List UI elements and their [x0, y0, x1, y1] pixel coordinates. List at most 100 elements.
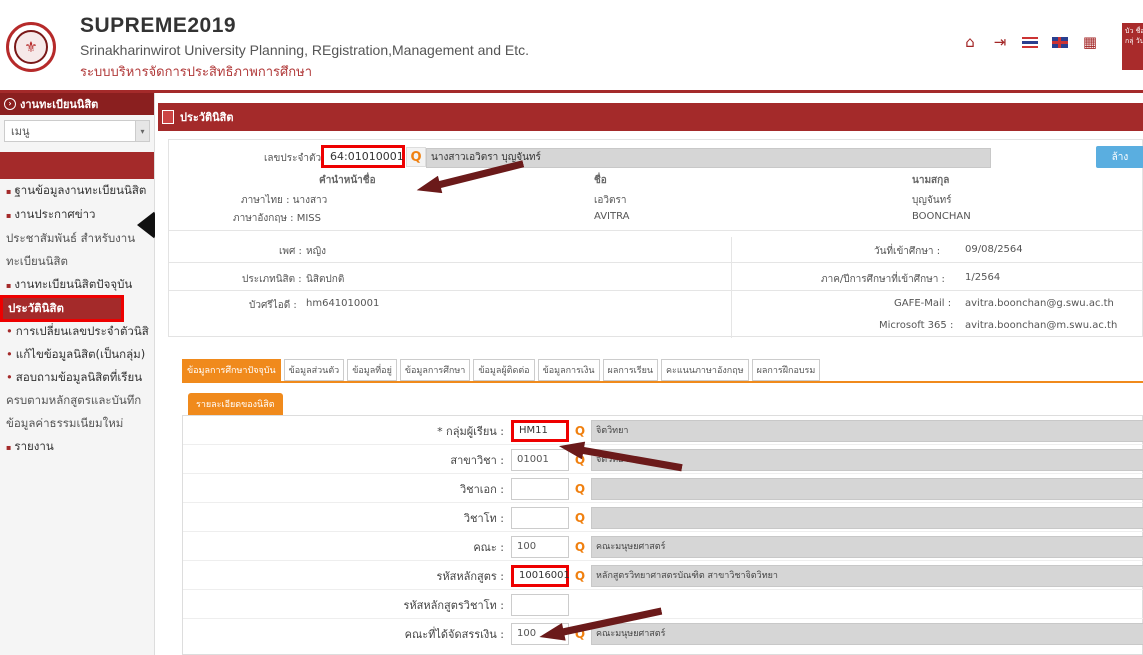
sidebar-item-bulk-edit[interactable]: แก้ไขข้อมูลนิสิต(เป็นกลุ่ม) — [0, 343, 154, 366]
search-icon[interactable]: Q — [571, 509, 589, 527]
app-header: ⚜ SUPREME2019 Srinakharinwirot Universit… — [0, 0, 1143, 92]
sidebar-item-change-id[interactable]: การเปลี่ยนเลขประจำตัวนิสิ — [0, 320, 154, 343]
tab-underline — [182, 381, 1143, 383]
card-divider — [169, 230, 1143, 231]
top-toolbar: ⌂ ⇥ ▦ — [962, 34, 1098, 50]
document-icon — [162, 110, 174, 124]
user-info-box[interactable]: บัว ชื่อ กลุ่ วัน — [1122, 23, 1143, 70]
minor-curriculum-label: รหัสหลักสูตรวิชาโท : — [403, 598, 504, 612]
uk-flag-icon[interactable] — [1052, 36, 1068, 48]
chevron-circle-icon: › — [4, 98, 16, 110]
search-icon[interactable]: Q — [571, 538, 589, 556]
student-type-value: นิสิตปกติ — [306, 274, 345, 285]
sidebar-item-registry-db[interactable]: ฐานข้อมูลงานทะเบียนนิสิต — [0, 179, 154, 203]
minor-subject-desc — [591, 507, 1143, 529]
sex-value: หญิง — [306, 246, 326, 257]
entry-date-value: 09/08/2564 — [965, 244, 1023, 255]
form-row-minor-curriculum: รหัสหลักสูตรวิชาโท : — [183, 590, 1143, 619]
card-divider-2 — [169, 262, 1143, 263]
card-divider-3 — [169, 290, 1143, 291]
thai-lastname: บุญจันทร์ — [912, 195, 952, 206]
sidebar-item-student-history[interactable]: ประวัตินิสิต — [0, 295, 124, 322]
search-icon[interactable]: Q — [406, 147, 426, 167]
buasri-id-label: บัวศรีไอดี : — [249, 300, 297, 311]
logo-emblem: ⚜ — [14, 30, 48, 64]
menu-select[interactable]: เมนู ▾ — [4, 120, 150, 142]
header-divider — [0, 90, 1143, 93]
sidebar-item-new-fees[interactable]: ข้อมูลค่าธรรมเนียมใหม่ — [0, 412, 154, 435]
major-label: สาขาวิชา : — [450, 453, 504, 467]
col-header-prefix: คำนำหน้าชื่อ — [319, 175, 376, 186]
education-form: * กลุ่มผู้เรียน : HM11 Q จิตวิทยา สาขาวิ… — [182, 415, 1143, 655]
minor-subject-label: วิชาโท : — [463, 511, 504, 525]
tab-address[interactable]: ข้อมูลที่อยู่ — [347, 359, 397, 381]
tab-education[interactable]: ข้อมูลการศึกษา — [399, 359, 471, 381]
gafe-mail-label: GAFE-Mail : — [894, 298, 952, 309]
clear-button[interactable]: ล้าง — [1096, 146, 1143, 168]
entry-term-value: 1/2564 — [965, 272, 1001, 283]
english-lastname: BOONCHAN — [912, 211, 971, 222]
learner-group-desc: จิตวิทยา — [591, 420, 1143, 442]
form-row-faculty: คณะ : 100 Q คณะมนุษยศาสตร์ — [183, 532, 1143, 561]
main-subject-input[interactable] — [511, 478, 569, 500]
tab-personal[interactable]: ข้อมูลส่วนตัว — [283, 359, 345, 381]
app-title: SUPREME2019 — [80, 14, 237, 37]
subtab-student-detail[interactable]: รายละเอียดของนิสิต — [188, 393, 283, 415]
thai-flag-icon[interactable] — [1022, 36, 1038, 48]
faculty-input[interactable]: 100 — [511, 536, 569, 558]
search-icon[interactable]: Q — [571, 422, 589, 440]
tab-contact[interactable]: ข้อมูลผู้ติดต่อ — [473, 359, 535, 381]
app-subtitle-thai: ระบบบริหารจัดการประสิทธิภาพการศึกษา — [80, 65, 313, 80]
tab-english-score[interactable]: คะแนนภาษาอังกฤษ — [661, 359, 749, 381]
funding-faculty-label: คณะที่ได้จัดสรรเงิน : — [404, 627, 504, 641]
tab-bar: ข้อมูลการศึกษาปัจจุบัน ข้อมูลส่วนตัว ข้อ… — [182, 359, 821, 381]
sidebar-section-title[interactable]: › งานทะเบียนนิสิต — [0, 93, 154, 115]
major-input[interactable]: 01001 — [511, 449, 569, 471]
entry-term-label: ภาค/ปีการศึกษาที่เข้าศึกษา : — [821, 274, 945, 285]
main-content: ประวัตินิสิต เลขประจำตัว 64:01010001 Q น… — [158, 103, 1143, 655]
tab-training[interactable]: ผลการฝึกอบรม — [751, 359, 821, 381]
calendar-icon[interactable]: ▦ — [1082, 34, 1098, 50]
student-type-label: ประเภทนิสิต : — [242, 274, 302, 285]
sex-label: เพศ : — [279, 246, 302, 257]
form-row-main-subject: วิชาเอก : Q — [183, 474, 1143, 503]
sidebar-section-label: งานทะเบียนนิสิต — [20, 98, 99, 111]
sidebar-item-news[interactable]: งานประกาศข่าว — [0, 203, 154, 227]
curriculum-input[interactable]: 10016001 — [511, 565, 570, 587]
buasri-id-value: hm641010001 — [306, 298, 380, 309]
sidebar-item-query-complete[interactable]: สอบถามข้อมูลนิสิตที่เรียน — [0, 366, 154, 389]
form-row-minor-subject: วิชาโท : Q — [183, 503, 1143, 532]
tab-grades[interactable]: ผลการเรียน — [602, 359, 659, 381]
minor-curriculum-input[interactable] — [511, 594, 569, 616]
tab-current-education[interactable]: ข้อมูลการศึกษาปัจจุบัน — [182, 359, 281, 381]
student-id-label: เลขประจำตัว — [264, 153, 322, 164]
student-id-input[interactable]: 64:01010001 — [321, 145, 405, 168]
funding-faculty-desc: คณะมนุษยศาสตร์ — [591, 623, 1143, 645]
sidebar-item-query-complete-2[interactable]: ครบตามหลักสูตรและบันทึก — [0, 389, 154, 412]
search-icon[interactable]: Q — [571, 567, 589, 585]
thai-prefix: ภาษาไทย : นางสาว — [241, 195, 328, 206]
sidebar-item-current-registry[interactable]: งานทะเบียนนิสิตปัจจุบัน — [0, 273, 154, 297]
logout-icon[interactable]: ⇥ — [992, 34, 1008, 50]
home-icon[interactable]: ⌂ — [962, 34, 978, 50]
ms365-value: avitra.boonchan@m.swu.ac.th — [965, 320, 1118, 331]
brand: SUPREME2019 Srinakharinwirot University … — [80, 14, 529, 82]
col-header-lastname: นามสกุล — [912, 175, 950, 186]
student-summary-card: เลขประจำตัว 64:01010001 Q นางสาวเอวิตรา … — [168, 139, 1143, 338]
dropdown-arrow-icon: ▾ — [135, 121, 149, 141]
faculty-label: คณะ : — [473, 540, 504, 554]
tab-finance[interactable]: ข้อมูลการเงิน — [537, 359, 600, 381]
learner-group-label: * กลุ่มผู้เรียน : — [437, 424, 504, 438]
form-row-funding-faculty: คณะที่ได้จัดสรรเงิน : 100 Q คณะมนุษยศาสต… — [183, 619, 1143, 648]
sidebar: › งานทะเบียนนิสิต เมนู ▾ ฐานข้อมูลงานทะเ… — [0, 93, 155, 655]
thai-firstname: เอวิตรา — [594, 195, 627, 206]
app-subtitle: Srinakharinwirot University Planning, RE… — [80, 42, 529, 58]
sidebar-item-registry[interactable]: ทะเบียนนิสิต — [0, 250, 154, 273]
minor-subject-input[interactable] — [511, 507, 569, 529]
sidebar-item-pr[interactable]: ประชาสัมพันธ์ สำหรับงาน — [0, 227, 154, 250]
faculty-desc: คณะมนุษยศาสตร์ — [591, 536, 1143, 558]
search-icon[interactable]: Q — [571, 480, 589, 498]
curriculum-desc: หลักสูตรวิทยาศาสตรบัณฑิต สาขาวิชาจิตวิทย… — [591, 565, 1143, 587]
sidebar-item-reports[interactable]: รายงาน — [0, 435, 154, 459]
learner-group-input[interactable]: HM11 — [511, 420, 569, 442]
